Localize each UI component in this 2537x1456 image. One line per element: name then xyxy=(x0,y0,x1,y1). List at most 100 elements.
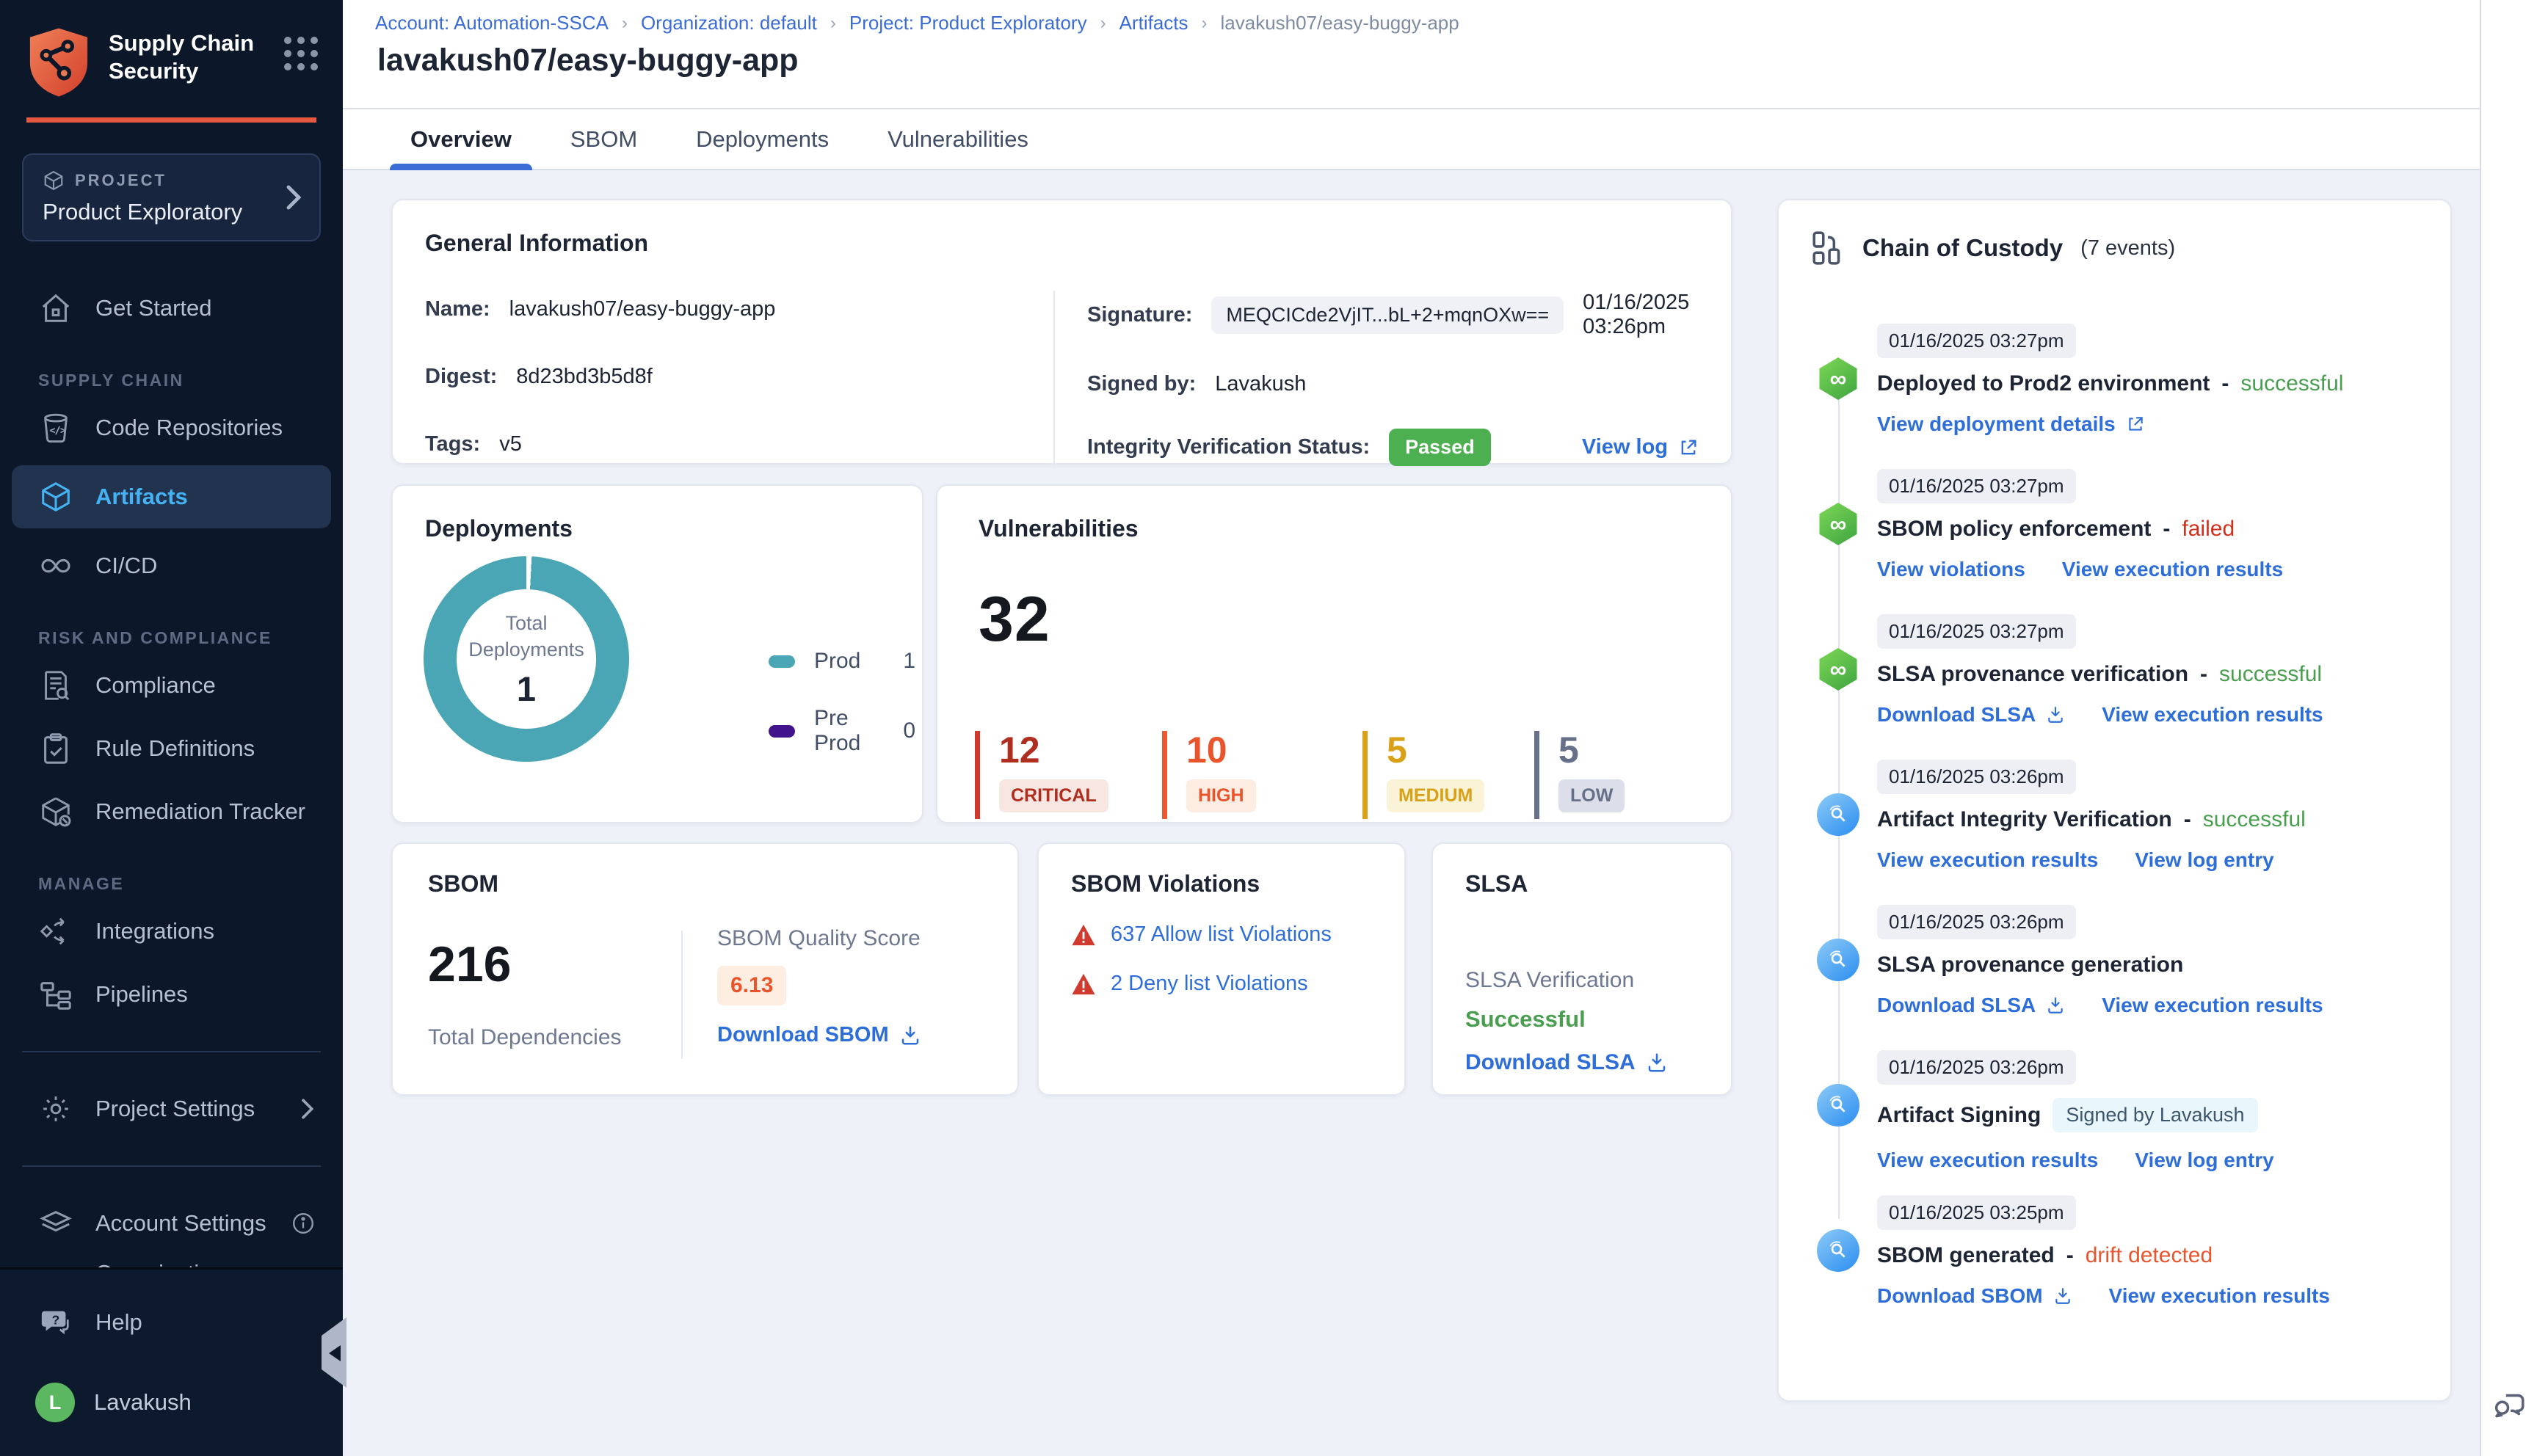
event-status: successful xyxy=(2219,662,2323,686)
sidebar-item-pipelines[interactable]: Pipelines xyxy=(0,963,343,1026)
sidebar-item-label: Integrations xyxy=(95,918,214,944)
sidebar-item-help[interactable]: ? Help xyxy=(0,1295,343,1350)
sidebar-item-get-started[interactable]: Get Started xyxy=(0,277,343,340)
sidebar-item-project-settings[interactable]: Project Settings xyxy=(0,1077,343,1140)
deployments-donut-chart: Total Deployments 1 xyxy=(424,556,629,762)
integrity-status-label: Integrity Verification Status: xyxy=(1087,435,1371,459)
card-title: SLSA xyxy=(1465,870,1528,897)
event-title-dash: - xyxy=(2066,1243,2074,1267)
legend-swatch xyxy=(769,655,795,668)
remediation-icon xyxy=(38,795,73,829)
sidebar-item-code-repositories[interactable]: </> Code Repositories xyxy=(0,396,343,459)
project-name: Product Exploratory xyxy=(43,199,243,225)
sidebar-item-account-settings[interactable]: Account Settings xyxy=(0,1192,343,1255)
slsa-card: SLSA SLSA Verification Successful Downlo… xyxy=(1431,842,1732,1096)
allow-list-violations-link[interactable]: 637 Allow list Violations xyxy=(1111,922,1332,947)
sbom-violations-card: SBOM Violations 637 Allow list Violation… xyxy=(1037,842,1406,1096)
scan-circle xyxy=(1817,939,1859,981)
event-title: SLSA provenance verification xyxy=(1877,662,2189,686)
pipeline-icon: ∞ xyxy=(1817,357,1859,400)
sidebar-item-label: Account Settings xyxy=(95,1210,266,1236)
breadcrumb-item[interactable]: Project: Product Exploratory xyxy=(849,12,1087,34)
event-link-label: View execution results xyxy=(2061,558,2284,580)
divider xyxy=(22,1051,321,1052)
event-link-label: Download SLSA xyxy=(1877,703,2036,726)
sidebar-item-label: Compliance xyxy=(95,672,216,698)
breadcrumb-separator-icon: › xyxy=(621,12,628,33)
view-log-entry-link[interactable]: View log entry xyxy=(2135,848,2273,872)
sidebar-footer: ? Help L Lavakush xyxy=(0,1267,343,1456)
project-selector[interactable]: PROJECT Product Exploratory xyxy=(22,153,321,241)
view-deployment-details-link[interactable]: View deployment details xyxy=(1877,412,2145,436)
event-title-row: Artifact Signing Signed by Lavakush xyxy=(1877,1098,2418,1132)
severity-count: 10 xyxy=(1186,729,1227,771)
view-execution-results-link[interactable]: View execution results xyxy=(2102,994,2323,1017)
breadcrumb: Account: Automation-SSCA › Organization: d… xyxy=(375,12,1459,34)
event-title-row: SBOM generated - drift detected xyxy=(1877,1243,2418,1268)
download-slsa-link[interactable]: Download SLSA xyxy=(1877,994,2065,1017)
legend-label: Prod xyxy=(814,649,861,673)
nav-section-header: SUPPLY CHAIN xyxy=(38,371,184,390)
divider xyxy=(22,1165,321,1167)
tab-sbom[interactable]: SBOM xyxy=(570,109,637,169)
severity-medium: 5 MEDIUM xyxy=(1362,731,1534,819)
breadcrumb-item[interactable]: Organization: default xyxy=(641,12,817,34)
event-link-label: View execution results xyxy=(2102,703,2323,726)
tab-overview[interactable]: Overview xyxy=(390,109,532,170)
page-header: Account: Automation-SSCA › Organization: d… xyxy=(343,0,2480,170)
chat-support-icon[interactable] xyxy=(2491,1386,2528,1422)
view-execution-results-link[interactable]: View execution results xyxy=(2062,558,2283,581)
download-sbom-link[interactable]: Download SBOM xyxy=(717,1023,921,1047)
sidebar-item-integrations[interactable]: Integrations xyxy=(0,900,343,963)
name-label: Name: xyxy=(425,296,490,321)
event-title-row: SLSA provenance verification - successful xyxy=(1877,662,2418,687)
supply-chain-security-logo-icon xyxy=(26,26,91,98)
breadcrumb-item[interactable]: Account: Automation-SSCA xyxy=(375,12,609,34)
event-links: Download SBOM View execution results xyxy=(1877,1284,2418,1308)
signature-label: Signature: xyxy=(1087,302,1193,327)
sidebar-item-remediation-tracker[interactable]: Remediation Tracker xyxy=(0,780,343,843)
event-link-label: View log entry xyxy=(2135,1149,2274,1171)
tab-deployments[interactable]: Deployments xyxy=(696,109,829,169)
download-icon xyxy=(2046,705,2065,724)
sidebar-item-rule-definitions[interactable]: Rule Definitions xyxy=(0,717,343,780)
sidebar-item-artifacts[interactable]: Artifacts xyxy=(12,465,331,528)
event-links: View execution results View log entry xyxy=(1877,848,2418,872)
download-slsa-link[interactable]: Download SLSA xyxy=(1465,1050,1668,1075)
breadcrumb-item[interactable]: Artifacts xyxy=(1119,12,1188,34)
breadcrumb-item: lavakush07/easy-buggy-app xyxy=(1220,12,1459,34)
scan-icon xyxy=(1817,1229,1859,1272)
severity-critical: 12 CRITICAL xyxy=(975,731,1162,819)
download-sbom-link[interactable]: Download SBOM xyxy=(1877,1284,2072,1308)
event-title-dash: - xyxy=(2200,662,2208,686)
view-execution-results-link[interactable]: View execution results xyxy=(2102,703,2323,727)
divider xyxy=(681,931,683,1059)
event-title: SBOM generated xyxy=(1877,1243,2055,1267)
chain-of-custody-icon xyxy=(1812,231,1840,265)
divider xyxy=(1053,291,1055,466)
sidebar-item-label: Code Repositories xyxy=(95,415,283,440)
event-title-row: Artifact Integrity Verification - successf… xyxy=(1877,807,2418,832)
tab-vulnerabilities[interactable]: Vulnerabilities xyxy=(888,109,1028,169)
event-timestamp: 01/16/2025 03:27pm xyxy=(1877,324,2076,358)
donut-center-label: Total Deployments xyxy=(468,611,584,660)
card-title: Deployments xyxy=(425,515,573,542)
view-violations-link[interactable]: View violations xyxy=(1877,558,2025,581)
view-execution-results-link[interactable]: View execution results xyxy=(1877,1149,2098,1172)
digest-label: Digest: xyxy=(425,364,498,388)
view-execution-results-link[interactable]: View execution results xyxy=(1877,848,2098,872)
signed-by-badge: Signed by Lavakush xyxy=(2053,1098,2258,1132)
pipeline-hexagon: ∞ xyxy=(1819,503,1857,545)
sidebar-item-compliance[interactable]: Compliance xyxy=(0,654,343,717)
event-links: Download SLSA View execution results xyxy=(1877,703,2418,727)
sidebar-item-ci-cd[interactable]: CI/CD xyxy=(0,534,343,597)
download-slsa-link[interactable]: Download SLSA xyxy=(1877,703,2065,727)
view-log-entry-link[interactable]: View log entry xyxy=(2135,1149,2273,1172)
user-menu[interactable]: L Lavakush xyxy=(0,1383,343,1422)
view-log-link[interactable]: View log xyxy=(1582,435,1699,459)
event-links: Download SLSA View execution results xyxy=(1877,994,2418,1017)
view-execution-results-link[interactable]: View execution results xyxy=(2109,1284,2330,1308)
sidebar: Supply Chain Security PROJECT Product Ex… xyxy=(0,0,346,1456)
module-grid-icon[interactable] xyxy=(284,37,318,70)
deny-list-violations-link[interactable]: 2 Deny list Violations xyxy=(1111,972,1308,996)
